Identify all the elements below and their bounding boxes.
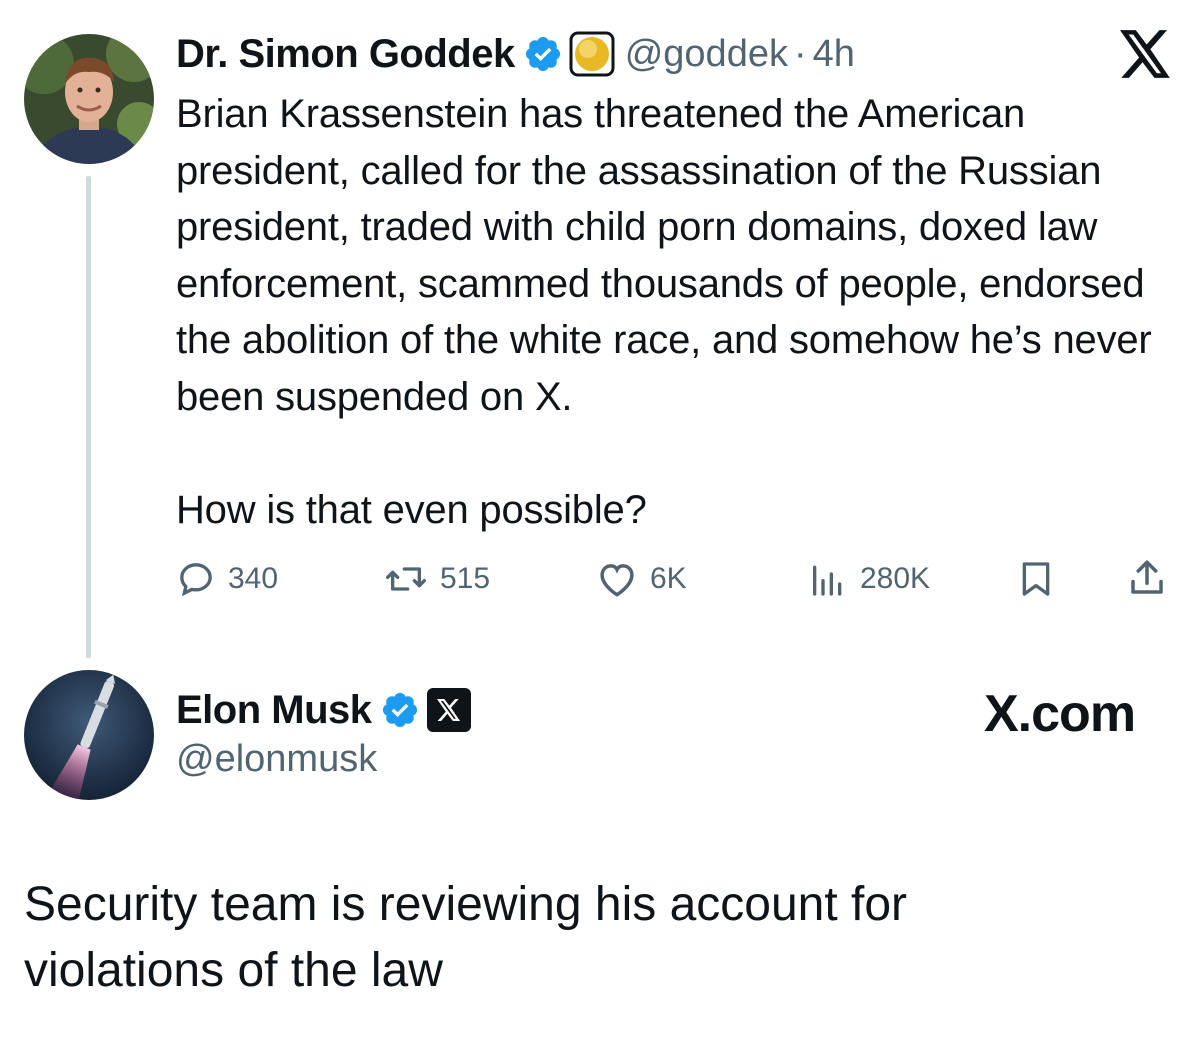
thread-connector-line xyxy=(86,176,91,658)
like-count: 6K xyxy=(650,562,687,595)
tweet-action-bar: 340 515 6K 280K xyxy=(176,555,1176,603)
separator-dot: · xyxy=(793,32,807,75)
affiliation-label: X.com xyxy=(984,685,1136,743)
timestamp[interactable]: 4h xyxy=(813,33,855,76)
handle[interactable]: @elonmusk xyxy=(176,738,377,781)
reply-tweet-text: Security team is reviewing his account f… xyxy=(24,878,908,997)
display-name[interactable]: Elon Musk xyxy=(176,688,372,733)
affiliate-badge-icon[interactable] xyxy=(569,31,615,77)
heart-icon xyxy=(600,564,634,597)
views-count: 280K xyxy=(860,562,931,595)
repost-icon xyxy=(385,567,426,591)
x-logo-icon xyxy=(1120,30,1172,78)
share-icon xyxy=(1131,560,1163,594)
handle[interactable]: @goddek xyxy=(625,33,788,76)
reply-icon xyxy=(180,563,212,597)
reply-count: 340 xyxy=(228,562,279,595)
tweet-header: Dr. Simon Goddek @goddek · 4h xyxy=(176,28,855,80)
bookmark-icon xyxy=(1022,562,1050,596)
x-affiliate-badge-icon[interactable] xyxy=(426,687,472,733)
views-chart-icon xyxy=(813,565,842,596)
share-button[interactable] xyxy=(1126,557,1168,599)
tweet-text: Brian Krassenstein has threatened the Am… xyxy=(176,92,1152,532)
verified-badge-icon xyxy=(380,690,420,730)
repost-button[interactable]: 515 xyxy=(384,559,490,599)
display-name[interactable]: Dr. Simon Goddek xyxy=(176,32,515,77)
views-button[interactable]: 280K xyxy=(808,559,930,599)
reply-tweet-header: Elon Musk xyxy=(176,684,472,736)
avatar-elonmusk[interactable] xyxy=(24,670,154,800)
bookmark-button[interactable] xyxy=(1016,559,1056,599)
repost-count: 515 xyxy=(440,562,491,595)
verified-badge-icon xyxy=(523,34,563,74)
like-button[interactable]: 6K xyxy=(596,559,687,599)
reply-button[interactable]: 340 xyxy=(176,559,278,599)
avatar-goddek[interactable] xyxy=(24,34,154,164)
